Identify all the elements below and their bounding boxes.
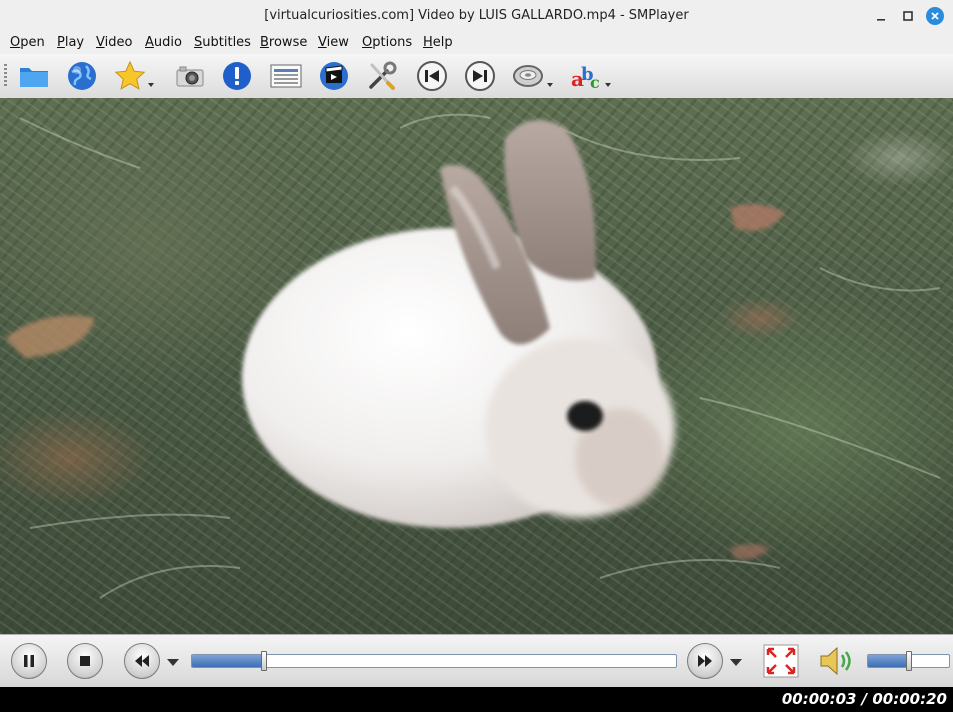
preferences-button[interactable] — [366, 60, 398, 92]
fullscreen-icon — [763, 644, 799, 678]
favorites-dropdown-arrow[interactable] — [148, 83, 154, 87]
rewind-button[interactable] — [124, 643, 160, 679]
favorites-button[interactable] — [114, 60, 146, 92]
subtitles-dropdown-arrow[interactable] — [605, 83, 611, 87]
mute-button[interactable] — [817, 645, 857, 677]
playlist-icon — [270, 64, 302, 88]
close-icon — [931, 12, 939, 20]
toolbar-grip[interactable] — [4, 64, 7, 88]
forward-button[interactable] — [687, 643, 723, 679]
menu-video[interactable]: Video — [96, 35, 132, 50]
volume-handle[interactable] — [905, 651, 912, 671]
smplayer-window: [virtualcuriosities.com] Video by LUIS G… — [0, 0, 953, 712]
screenshot-button[interactable] — [174, 60, 206, 92]
audio-track-button[interactable] — [512, 60, 544, 92]
star-icon — [114, 60, 146, 90]
play-pause-button[interactable] — [11, 643, 47, 679]
open-url-button[interactable] — [66, 60, 98, 92]
main-toolbar: a b c — [0, 54, 953, 99]
maximize-icon — [903, 11, 913, 21]
speaker-icon — [820, 646, 851, 676]
maximize-button[interactable] — [899, 7, 917, 25]
info-icon — [223, 62, 251, 90]
pause-icon — [24, 655, 34, 667]
camera-icon — [176, 66, 204, 87]
time-display: 00:00:03 / 00:00:20 — [781, 690, 947, 708]
menu-view[interactable]: View — [318, 35, 349, 50]
subtitles-abc-icon: a b c — [571, 64, 600, 92]
playlist-button[interactable] — [270, 60, 302, 92]
menu-bar: Open Play Video Audio Subtitles Browse V… — [0, 32, 953, 54]
status-bar: 00:00:03 / 00:00:20 — [0, 687, 953, 712]
menu-play[interactable]: Play — [57, 35, 84, 50]
menu-open[interactable]: Open — [10, 35, 45, 50]
close-button[interactable] — [926, 7, 944, 25]
info-button[interactable] — [221, 60, 253, 92]
video-frame-rabbit — [5, 113, 941, 599]
menu-audio[interactable]: Audio — [145, 35, 182, 50]
seek-progress-fill — [192, 655, 265, 667]
seek-handle[interactable] — [260, 651, 267, 671]
forward-icon — [698, 655, 712, 667]
subtitles-button[interactable]: a b c — [570, 60, 602, 92]
audio-track-icon — [513, 65, 543, 87]
previous-icon — [417, 61, 447, 91]
menu-help[interactable]: Help — [423, 35, 453, 50]
minimize-icon — [877, 19, 885, 21]
audio-track-dropdown-arrow[interactable] — [547, 83, 553, 87]
folder-icon — [20, 68, 48, 87]
title-bar: [virtualcuriosities.com] Video by LUIS G… — [0, 0, 953, 32]
next-button[interactable] — [464, 60, 496, 92]
forward-dropdown-arrow[interactable] — [730, 659, 742, 666]
video-display[interactable] — [0, 98, 953, 634]
minimize-button[interactable] — [872, 7, 890, 25]
next-icon — [465, 61, 495, 91]
globe-icon — [68, 62, 96, 90]
stop-button[interactable] — [67, 643, 103, 679]
stop-icon — [80, 656, 90, 666]
preferences-tools-icon — [369, 61, 397, 90]
previous-button[interactable] — [416, 60, 448, 92]
open-file-button[interactable] — [18, 60, 50, 92]
volume-fill — [868, 655, 909, 667]
rewind-icon — [135, 655, 149, 667]
menu-browse[interactable]: Browse — [260, 35, 307, 50]
rewind-dropdown-arrow[interactable] — [167, 659, 179, 666]
window-title: [virtualcuriosities.com] Video by LUIS G… — [264, 8, 689, 23]
menu-subtitles[interactable]: Subtitles — [194, 35, 251, 50]
svg-text:c: c — [590, 73, 600, 92]
fullscreen-button[interactable] — [763, 644, 799, 678]
video-equalizer-icon — [320, 62, 348, 90]
menu-options[interactable]: Options — [362, 35, 412, 50]
video-equalizer-button[interactable] — [318, 60, 350, 92]
